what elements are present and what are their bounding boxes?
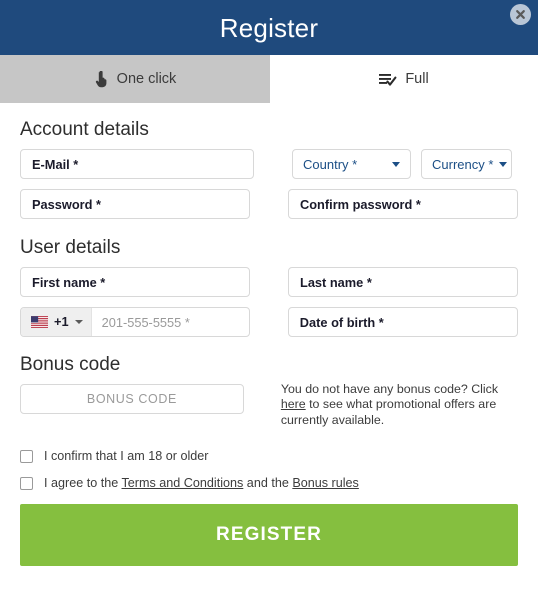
account-row-1: E-Mail * Country * Currency *	[20, 149, 518, 179]
phone-dial-code: +1	[54, 313, 69, 329]
country-select[interactable]: Country *	[292, 149, 411, 179]
terms-agreement-label: I agree to the Terms and Conditions and …	[44, 477, 359, 490]
bonus-offers-link[interactable]: here	[281, 397, 306, 411]
email-field-label: E-Mail *	[32, 156, 79, 172]
modal-body: Account details E-Mail * Country * Curre…	[0, 103, 538, 490]
account-details-heading: Account details	[20, 119, 149, 140]
user-details-heading: User details	[20, 237, 121, 258]
tab-one-click-label: One click	[116, 70, 177, 87]
phone-field[interactable]: +1 201-555-5555 *	[20, 307, 250, 337]
chevron-down-icon	[74, 320, 83, 324]
country-select-label: Country *	[303, 156, 358, 172]
tab-full[interactable]: Full	[270, 55, 538, 103]
bonus-note-text-2: to see what promotional offers are curre…	[280, 397, 497, 427]
terms-agreement-checkbox[interactable]	[20, 476, 33, 490]
submit-area: REGISTER	[0, 503, 538, 566]
phone-country-selector[interactable]: +1	[21, 308, 92, 336]
email-field[interactable]: E-Mail *	[20, 149, 254, 179]
account-row-2: Password * Confirm password *	[20, 189, 518, 219]
user-row-2: +1 201-555-5555 * Date of birth *	[20, 307, 518, 337]
bonus-code-input[interactable]: BONUS CODE	[20, 384, 244, 414]
modal-header: Register	[0, 0, 538, 55]
first-name-field-label: First name *	[32, 274, 106, 290]
terms-and-conditions-link[interactable]: Terms and Conditions	[122, 476, 244, 490]
chevron-down-icon	[392, 161, 400, 167]
bonus-rules-link[interactable]: Bonus rules	[292, 476, 359, 490]
currency-select[interactable]: Currency *	[421, 149, 512, 179]
age-confirmation-row[interactable]: I confirm that I am 18 or older	[20, 450, 518, 463]
close-x-glyph	[516, 10, 525, 19]
bonus-note-text-1: You do not have any bonus code? Click	[280, 382, 499, 396]
register-button[interactable]: REGISTER	[20, 503, 518, 566]
tab-one-click[interactable]: One click	[0, 55, 270, 103]
age-confirmation-label: I confirm that I am 18 or older	[44, 450, 209, 463]
close-icon[interactable]	[510, 4, 531, 25]
us-flag-icon	[31, 316, 48, 328]
date-of-birth-field[interactable]: Date of birth *	[287, 307, 518, 337]
bonus-code-note: You do not have any bonus code? Click he…	[281, 382, 518, 428]
age-confirmation-text: I confirm that I am 18 or older	[44, 449, 209, 464]
registration-mode-tabs: One click Full	[0, 55, 538, 103]
bonus-code-section: Bonus code BONUS CODE You do not have an…	[20, 337, 518, 428]
phone-number-input[interactable]: 201-555-5555 *	[92, 308, 249, 336]
confirm-password-field-label: Confirm password *	[300, 196, 421, 212]
user-details-section: User details First name * Last name * +1…	[20, 219, 518, 337]
confirm-password-field[interactable]: Confirm password *	[288, 189, 518, 219]
bonus-code-placeholder: BONUS CODE	[86, 392, 177, 406]
last-name-field-label: Last name *	[300, 274, 372, 290]
terms-text-1: I agree to the	[44, 476, 122, 491]
date-of-birth-field-label: Date of birth *	[299, 314, 384, 330]
age-confirmation-checkbox[interactable]	[20, 449, 33, 463]
user-row-1: First name * Last name *	[20, 267, 518, 297]
phone-number-placeholder: 201-555-5555 *	[101, 314, 190, 330]
account-details-section: Account details E-Mail * Country * Curre…	[20, 103, 518, 219]
agreements-group: I confirm that I am 18 or older I agree …	[20, 450, 518, 490]
touch-pointer-icon	[94, 70, 109, 88]
bonus-row: BONUS CODE You do not have any bonus cod…	[20, 382, 518, 428]
password-field-label: Password *	[32, 196, 101, 212]
chevron-down-icon	[499, 161, 508, 167]
password-field[interactable]: Password *	[20, 189, 250, 219]
tab-full-label: Full	[405, 70, 429, 87]
terms-agreement-row[interactable]: I agree to the Terms and Conditions and …	[20, 477, 518, 490]
register-modal: Register One click Full Account details …	[0, 0, 538, 601]
first-name-field[interactable]: First name *	[20, 267, 250, 297]
list-check-icon	[379, 72, 397, 87]
terms-text-2: and the	[243, 476, 293, 491]
last-name-field[interactable]: Last name *	[288, 267, 518, 297]
currency-select-label: Currency *	[432, 156, 494, 172]
page-title: Register	[219, 12, 319, 43]
bonus-code-heading: Bonus code	[20, 354, 121, 375]
